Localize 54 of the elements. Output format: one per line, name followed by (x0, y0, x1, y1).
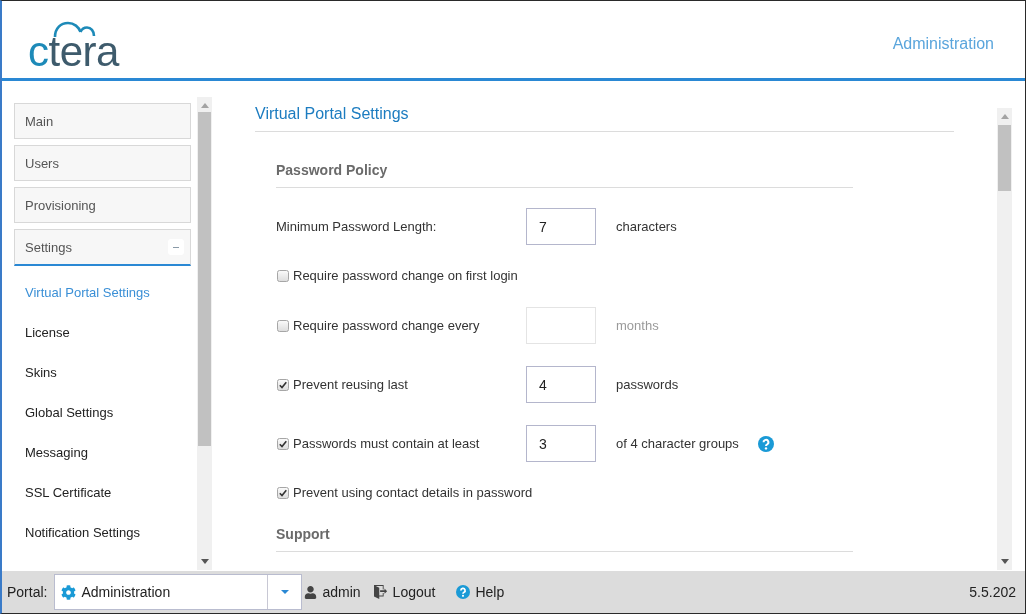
checkbox-label: Require password change every (293, 316, 480, 335)
person-icon (304, 585, 318, 599)
unit-label: characters (616, 217, 677, 236)
checkbox-label: Passwords must contain at least (293, 434, 480, 453)
checkbox-label: Prevent using contact details in password (293, 484, 533, 502)
menu-link[interactable]: Global Settings (14, 392, 191, 432)
checkbox[interactable] (277, 270, 289, 282)
user-button[interactable]: admin (304, 584, 361, 600)
door-exit-icon (373, 585, 388, 599)
checkbox-label: Prevent reusing last (293, 375, 408, 394)
section-heading: Password Policy (276, 160, 853, 188)
checkbox[interactable] (277, 378, 289, 391)
down-arrow-icon[interactable] (200, 559, 209, 564)
menu-link[interactable]: Skins (14, 352, 191, 392)
checkbox[interactable] (277, 437, 289, 450)
menu-section[interactable]: Provisioning (14, 187, 191, 223)
logo: ctera (28, 21, 119, 73)
menu-section[interactable]: Users (14, 145, 191, 181)
up-arrow-icon[interactable] (1000, 114, 1009, 119)
scrollbar[interactable] (197, 97, 212, 570)
gear-icon (61, 584, 77, 600)
portal-label: Portal: (7, 584, 48, 600)
field-label: Minimum Password Length: (276, 217, 437, 236)
unit-label: months (616, 316, 659, 335)
menu-section[interactable]: Main (14, 103, 191, 139)
scrollbar[interactable] (997, 108, 1012, 570)
help-icon[interactable] (757, 435, 774, 452)
header-title: Administration (892, 34, 994, 54)
help-icon[interactable] (456, 585, 471, 599)
menu-link[interactable]: SSL Certificate (14, 472, 191, 512)
scrollbar-thumb[interactable] (198, 112, 211, 446)
logout-button[interactable]: Logout (373, 584, 436, 600)
checkbox[interactable] (277, 487, 289, 499)
help-button[interactable]: Help (456, 584, 505, 600)
scrollbar-thumb[interactable] (998, 125, 1011, 191)
unit-label: of 4 character groups (616, 434, 739, 453)
minus-icon[interactable] (168, 239, 184, 255)
page-title: Virtual Portal Settings (255, 103, 954, 132)
unit-label: passwords (616, 375, 679, 394)
menu-link[interactable]: Notification Settings (14, 512, 191, 552)
caret-icon[interactable] (280, 590, 289, 594)
version-text: 5.5.202 (969, 584, 1016, 600)
menu-section[interactable]: Settings (14, 229, 191, 266)
menu-link[interactable]: Virtual Portal Settings (14, 272, 191, 312)
up-arrow-icon[interactable] (200, 103, 209, 108)
menu-link[interactable]: Messaging (14, 432, 191, 472)
section-heading: Support (276, 524, 853, 552)
number-field[interactable]: 4 (526, 366, 596, 403)
number-field[interactable]: 3 (526, 425, 596, 462)
menu-link[interactable]: License (14, 312, 191, 352)
number-field[interactable]: 7 (526, 208, 596, 245)
checkbox-label: Require password change on first login (293, 267, 518, 285)
down-arrow-icon[interactable] (1000, 559, 1009, 564)
portal-select[interactable]: Administration (54, 574, 303, 610)
